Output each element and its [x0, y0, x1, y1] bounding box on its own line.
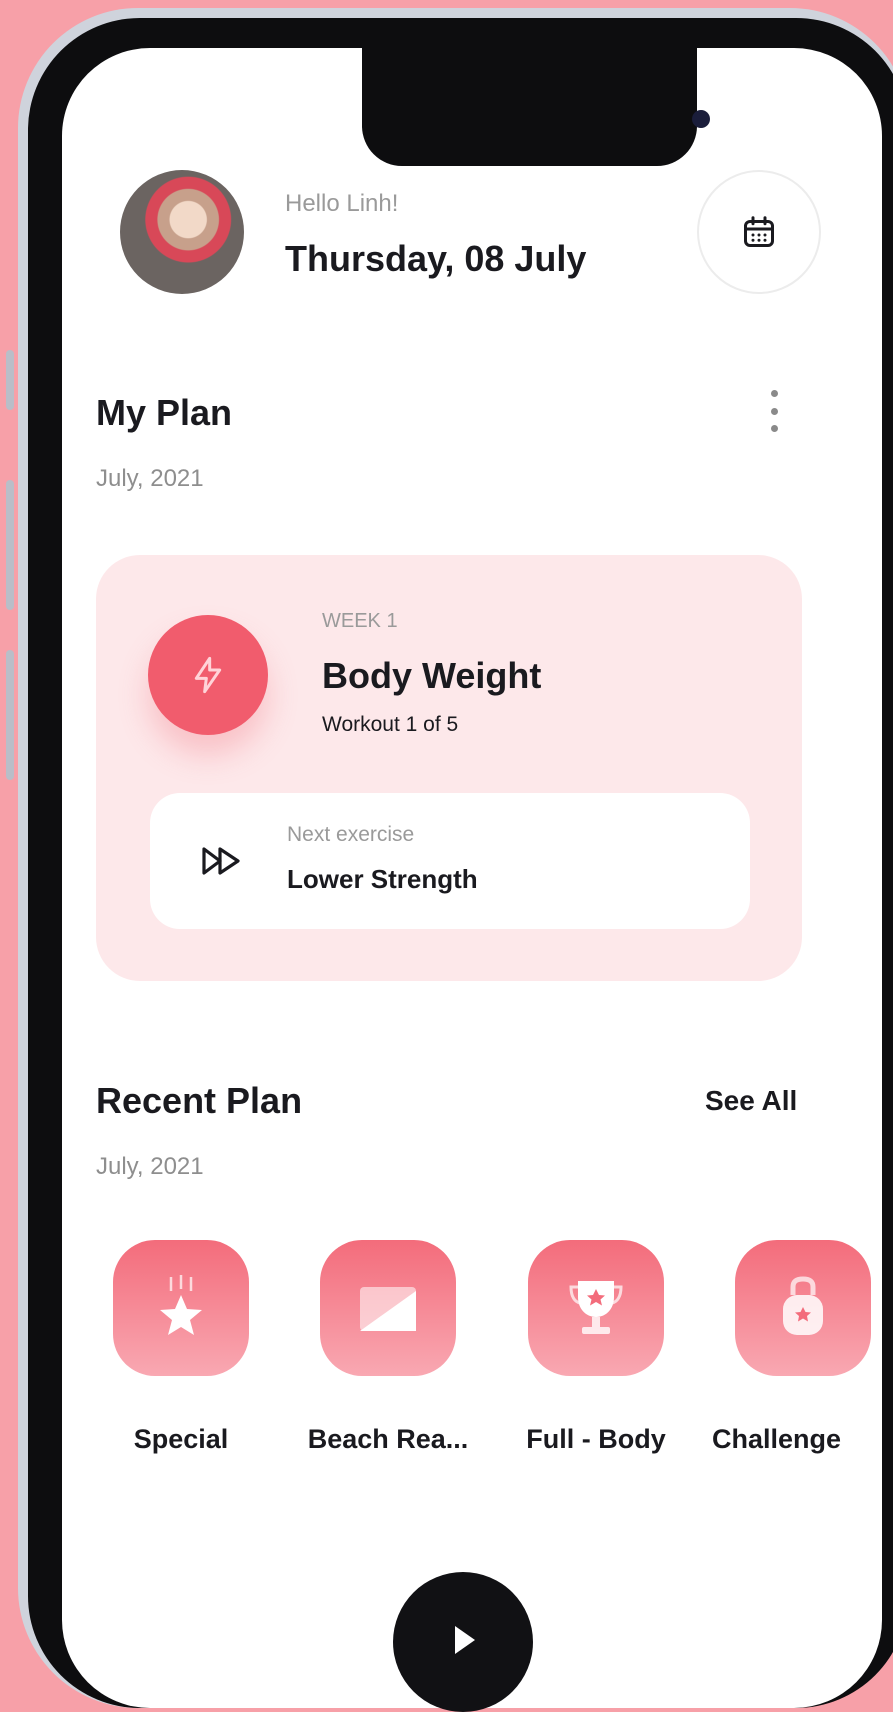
more-vertical-icon[interactable]: [768, 390, 780, 432]
week-label: WEEK 1: [322, 610, 398, 632]
category-label-challenge: Challenge: [712, 1424, 842, 1454]
greeting-text: Hello Linh!: [285, 190, 399, 217]
volume-up-button: [6, 480, 14, 610]
recent-plan-subtitle: July, 2021: [96, 1153, 204, 1180]
recent-plan-title: Recent Plan: [96, 1080, 303, 1121]
category-challenge[interactable]: [735, 1240, 871, 1376]
my-plan-title: My Plan: [96, 392, 233, 433]
volume-down-button: [6, 650, 14, 780]
next-exercise-name: Lower Strength: [287, 864, 478, 894]
my-plan-subtitle: July, 2021: [96, 465, 204, 492]
current-date: Thursday, 08 July: [285, 238, 587, 279]
star-icon: [160, 1275, 202, 1335]
mute-switch: [6, 350, 14, 410]
play-icon: [455, 1626, 475, 1654]
category-label-special: Special: [133, 1424, 229, 1454]
plan-name: Body Weight: [322, 655, 542, 696]
notch: [362, 48, 710, 166]
plan-icon-circle: [148, 615, 268, 735]
calendar-button[interactable]: [697, 170, 821, 294]
play-button[interactable]: [393, 1572, 533, 1712]
avatar[interactable]: [120, 170, 244, 294]
next-exercise-label: Next exercise: [287, 823, 415, 846]
lightning-icon: [194, 656, 222, 694]
category-full-body[interactable]: [528, 1240, 664, 1376]
camera-icon: [692, 110, 710, 128]
workout-progress: Workout 1 of 5: [322, 713, 459, 736]
category-beach-ready[interactable]: [320, 1240, 456, 1376]
trophy-icon: [569, 1281, 623, 1334]
category-label-full-body: Full - Body: [526, 1424, 666, 1454]
fast-forward-icon: [202, 847, 240, 875]
beach-icon: [360, 1287, 416, 1331]
kettlebell-icon: [783, 1276, 823, 1335]
see-all-link[interactable]: See All: [705, 1085, 797, 1117]
category-special[interactable]: [113, 1240, 249, 1376]
category-label-beach-ready: Beach Rea...: [307, 1424, 469, 1454]
calendar-icon: [744, 216, 774, 247]
